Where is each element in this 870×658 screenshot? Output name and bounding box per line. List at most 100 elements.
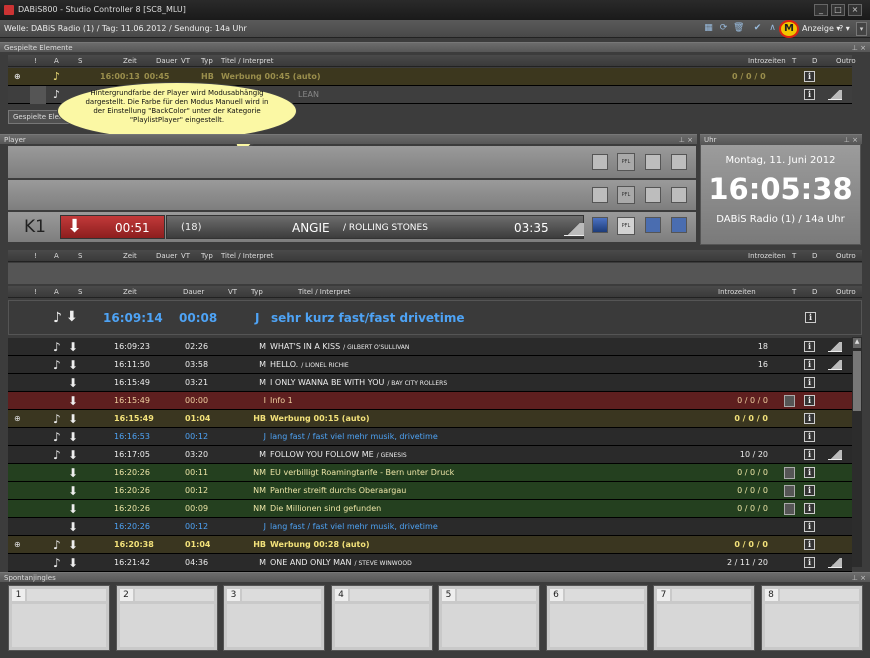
- player-info-button[interactable]: [671, 187, 687, 203]
- column-header-7[interactable]: Titel / Interpret: [221, 250, 273, 262]
- column-header-10[interactable]: D: [812, 250, 817, 262]
- check-icon[interactable]: ✔: [752, 23, 763, 34]
- column-header-8[interactable]: Introzeiten: [748, 250, 786, 262]
- player-list-button[interactable]: [645, 187, 661, 203]
- pfl-button[interactable]: PFL: [617, 186, 635, 204]
- jingle-slot-body[interactable]: [657, 604, 751, 647]
- table-row[interactable]: ⬇ 16:15:49 03:21 M I ONLY WANNA BE WITH YOU /…: [8, 374, 852, 392]
- trash-icon[interactable]: 🗑: [733, 23, 744, 34]
- column-header-4[interactable]: Dauer: [183, 286, 204, 298]
- column-header-9[interactable]: T: [792, 55, 796, 67]
- playlist-scrollbar[interactable]: ▲: [852, 337, 862, 567]
- column-header-3[interactable]: Zeit: [123, 250, 137, 262]
- column-header-2[interactable]: S: [78, 55, 82, 67]
- column-header-11[interactable]: Outro: [836, 286, 856, 298]
- player-square-button[interactable]: [592, 217, 608, 233]
- column-header-5[interactable]: VT: [181, 250, 190, 262]
- column-header-6[interactable]: Typ: [251, 286, 263, 298]
- table-row[interactable]: ⊕ ♪ ⬇ 16:20:38 01:04 HB Werbung 00:28 (auto) 0 …: [8, 536, 852, 554]
- column-header-2[interactable]: S: [78, 250, 82, 262]
- column-header-7[interactable]: Titel / Interpret: [298, 286, 350, 298]
- column-header-4[interactable]: Dauer: [156, 55, 177, 67]
- info-icon[interactable]: i: [804, 485, 815, 496]
- table-row[interactable]: ⊕ ♪ ⬇ 16:15:49 01:04 HB Werbung 00:15 (auto) 0 …: [8, 410, 852, 428]
- table-row[interactable]: ⬇ 16:20:26 00:12 Jlang fast / fast viel meh…: [8, 518, 852, 536]
- player-list-button[interactable]: [645, 217, 661, 233]
- column-header-0[interactable]: !: [34, 55, 37, 67]
- info-icon[interactable]: i: [804, 539, 815, 550]
- column-header-1[interactable]: A: [54, 250, 59, 262]
- plus-icon[interactable]: ⊕: [14, 410, 21, 428]
- jingle-slot-body[interactable]: [764, 604, 859, 647]
- player-list-button[interactable]: [645, 154, 661, 170]
- jingle-slot-body[interactable]: [227, 604, 321, 647]
- pin-icon[interactable]: ⊥ ×: [679, 135, 693, 145]
- info-icon[interactable]: i: [804, 377, 815, 388]
- info-icon[interactable]: i: [804, 71, 815, 82]
- plus-icon[interactable]: ⊕: [14, 536, 21, 554]
- table-row[interactable]: ⬇ 16:20:26 00:09 NM Die Millionen sind gefun…: [8, 500, 852, 518]
- column-header-2[interactable]: S: [78, 286, 82, 298]
- pin-icon[interactable]: ⊥ ×: [852, 43, 866, 53]
- jingle-slot[interactable]: 3: [223, 585, 325, 651]
- caret-icon[interactable]: ∧: [767, 23, 778, 34]
- scroll-up-icon[interactable]: ▲: [853, 338, 861, 348]
- column-header-3[interactable]: Zeit: [123, 286, 137, 298]
- info-icon[interactable]: i: [804, 557, 815, 568]
- table-row[interactable]: ⬇ 16:20:26 00:11 NM EU verbilligt Roamingtar…: [8, 464, 852, 482]
- grid-icon[interactable]: ▦: [703, 23, 714, 34]
- column-header-7[interactable]: Titel / Interpret: [221, 55, 273, 67]
- column-header-0[interactable]: !: [34, 286, 37, 298]
- column-header-0[interactable]: !: [34, 250, 37, 262]
- column-header-11[interactable]: Outro: [836, 55, 856, 67]
- jingle-slot-body[interactable]: [442, 604, 536, 647]
- column-header-1[interactable]: A: [54, 286, 59, 298]
- table-row[interactable]: ♪ ⬇ 16:21:42 04:36 M ONE AND ONLY MAN / STEVE …: [8, 554, 852, 572]
- column-header-11[interactable]: Outro: [836, 250, 856, 262]
- dropdown-arrow-icon[interactable]: ▾: [856, 22, 867, 36]
- jingle-slot[interactable]: 7: [653, 585, 755, 651]
- refresh-icon[interactable]: ⟳: [718, 23, 729, 34]
- column-header-10[interactable]: D: [812, 286, 817, 298]
- player-square-button[interactable]: [592, 154, 608, 170]
- column-header-9[interactable]: T: [792, 286, 796, 298]
- player-info-button[interactable]: [671, 154, 687, 170]
- table-row[interactable]: ♪ ⬇ 16:17:05 03:20 M FOLLOW YOU FOLLOW ME / GE…: [8, 446, 852, 464]
- column-header-5[interactable]: VT: [228, 286, 237, 298]
- document-icon[interactable]: [784, 503, 795, 515]
- jingle-slot-body[interactable]: [12, 604, 106, 647]
- remaining-time-box[interactable]: ⬇ 00:51: [60, 215, 165, 239]
- column-header-8[interactable]: Introzeiten: [748, 55, 786, 67]
- info-icon[interactable]: i: [804, 413, 815, 424]
- column-header-10[interactable]: D: [812, 55, 817, 67]
- jingle-slot[interactable]: 1: [8, 585, 110, 651]
- maximize-button[interactable]: □: [831, 4, 845, 16]
- pfl-button[interactable]: PFL: [617, 217, 635, 235]
- player-square-button[interactable]: [592, 187, 608, 203]
- current-playlist-item[interactable]: ♪ ⬇ 16:09:14 00:08 J sehr kurz fast/fast…: [8, 300, 862, 335]
- column-header-5[interactable]: VT: [181, 55, 190, 67]
- jingle-slot[interactable]: 8: [760, 585, 863, 651]
- column-header-9[interactable]: T: [792, 250, 796, 262]
- document-icon[interactable]: [784, 395, 795, 407]
- pfl-button[interactable]: PFL: [617, 153, 635, 171]
- info-icon[interactable]: i: [805, 312, 816, 323]
- info-icon[interactable]: i: [804, 341, 815, 352]
- pin-icon[interactable]: ⊥ ×: [852, 573, 866, 583]
- close-button[interactable]: ×: [848, 4, 862, 16]
- plus-icon[interactable]: ⊕: [14, 68, 21, 86]
- jingle-slot[interactable]: 5: [438, 585, 540, 651]
- jingle-slot-body[interactable]: [549, 604, 644, 647]
- document-icon[interactable]: [784, 485, 795, 497]
- info-icon[interactable]: i: [804, 89, 815, 100]
- column-header-6[interactable]: Typ: [201, 55, 213, 67]
- jingle-slot[interactable]: 6: [545, 585, 648, 651]
- column-header-6[interactable]: Typ: [201, 250, 213, 262]
- column-header-8[interactable]: Introzeiten: [718, 286, 756, 298]
- jingle-slot-body[interactable]: [334, 604, 429, 647]
- scroll-thumb[interactable]: [853, 351, 861, 411]
- jingle-slot-body[interactable]: [119, 604, 214, 647]
- table-row[interactable]: ♪ ⬇ 16:16:53 00:12 Jlang fast / fast viel me…: [8, 428, 852, 446]
- column-header-4[interactable]: Dauer: [156, 250, 177, 262]
- manual-mode-button[interactable]: M: [779, 20, 799, 38]
